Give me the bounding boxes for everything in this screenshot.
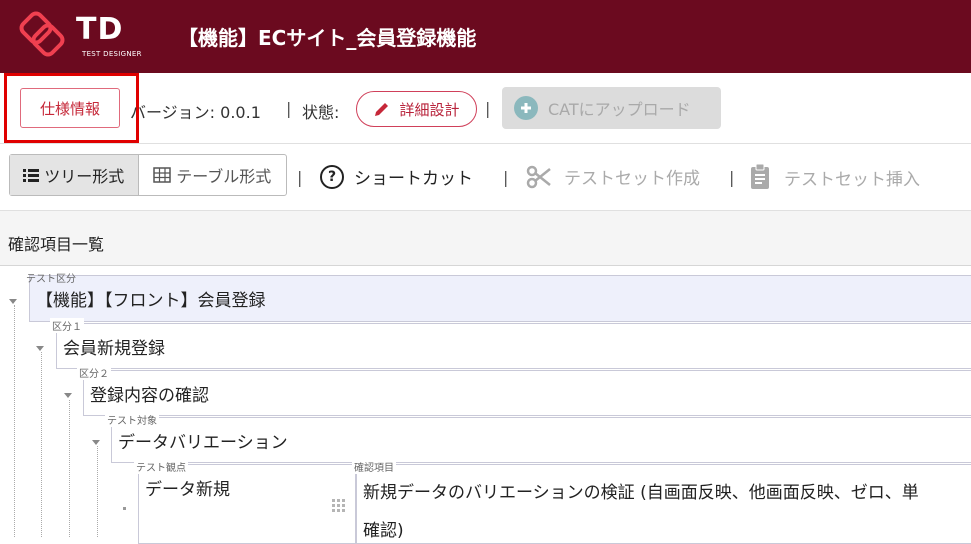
question-icon: ? (320, 164, 344, 189)
shortcut-label: ショートカット (354, 169, 473, 189)
testset-create-button[interactable]: テストセット作成 (526, 164, 700, 189)
tree-node-category1[interactable]: 会員新規登録 (56, 323, 971, 369)
app-header: TD TEST DESIGNER 【機能】ECサイト_会員登録機能 (0, 0, 971, 73)
tree-guide (97, 446, 98, 537)
pencil-icon (375, 103, 389, 116)
state-label: 状態: (302, 103, 340, 122)
node-tag: テスト区分 (26, 274, 76, 285)
spec-info-button[interactable]: 仕様情報 (20, 88, 120, 128)
tree-node-viewpoint[interactable]: データ新規 (138, 464, 356, 544)
list-icon (23, 169, 40, 182)
version-label: バージョン: 0.0.1 (130, 103, 261, 122)
tree-guide (69, 400, 70, 537)
testset-create-label: テストセット作成 (564, 169, 700, 189)
node-label: 登録内容の確認 (90, 385, 209, 406)
logo-text: TD (76, 12, 124, 47)
node-label: データバリエーション (118, 432, 288, 453)
table-icon (153, 167, 171, 183)
shortcut-button[interactable]: ? ショートカット (320, 164, 473, 189)
state-button-label: 詳細設計 (399, 100, 460, 119)
node-label: 会員新規登録 (63, 338, 165, 359)
tree-node-test-category[interactable]: 【機能】【フロント】会員登録 (29, 275, 971, 322)
testset-insert-label: テストセット挿入 (784, 169, 920, 190)
tree-node-category2[interactable]: 登録内容の確認 (83, 370, 971, 416)
caret-down-icon[interactable] (9, 299, 17, 304)
caret-down-icon[interactable] (92, 440, 100, 445)
separator: | (485, 99, 491, 118)
tree-view-button[interactable]: ツリー形式 (10, 155, 139, 195)
node-label: 【機能】【フロント】会員登録 (36, 291, 266, 311)
view-toggle: ツリー形式 テーブル形式 (9, 154, 287, 196)
testset-insert-button[interactable]: テストセット挿入 (750, 164, 920, 190)
node-tag: テスト対象 (105, 412, 159, 427)
grid-icon[interactable] (331, 498, 347, 514)
tree-guide (41, 352, 42, 537)
tree-node-test-target[interactable]: データバリエーション (111, 417, 971, 463)
upload-button-label: CATにアップロード (548, 100, 691, 119)
separator: | (286, 99, 292, 118)
scissors-icon (526, 165, 551, 188)
table-view-label: テーブル形式 (176, 167, 272, 186)
page-title: 【機能】ECサイト_会員登録機能 (178, 26, 477, 50)
list-header (0, 211, 971, 266)
node-tag: 区分１ (50, 318, 84, 333)
table-view-button[interactable]: テーブル形式 (139, 155, 286, 195)
toolbar-primary: 仕様情報 バージョン: 0.0.1 | 状態: 詳細設計 | CATにアップロー… (0, 73, 971, 143)
node-tag: 区分２ (77, 365, 111, 380)
upload-cat-button[interactable]: CATにアップロード (502, 87, 721, 129)
toolbar-secondary: ツリー形式 テーブル形式 | ? ショートカット | テストセット作成 | テス… (0, 144, 971, 210)
caret-down-icon[interactable] (64, 393, 72, 398)
td-logo-icon (19, 11, 65, 57)
separator: | (729, 168, 735, 187)
logo-subtext: TEST DESIGNER (82, 50, 142, 58)
divider (0, 265, 971, 266)
list-title: 確認項目一覧 (8, 235, 105, 254)
check-item-line1: 新規データのバリエーションの検証 (自画面反映、他画面反映、ゼロ、単 (363, 483, 919, 503)
state-button[interactable]: 詳細設計 (356, 91, 477, 127)
tree-view-label: ツリー形式 (44, 167, 125, 186)
clipboard-icon (751, 164, 769, 189)
plus-circle-icon (514, 96, 538, 120)
tree-node-check-item[interactable]: 新規データのバリエーションの検証 (自画面反映、他画面反映、ゼロ、単 確認) (356, 464, 971, 544)
bullet (123, 507, 126, 510)
caret-down-icon[interactable] (36, 346, 44, 351)
node-tag: テスト観点 (134, 459, 188, 474)
tree-guide (14, 305, 15, 537)
td-logo: TD TEST DESIGNER (14, 10, 149, 62)
node-label: データ新規 (145, 480, 230, 500)
check-item-line2: 確認) (363, 521, 404, 541)
separator: | (297, 168, 303, 187)
node-tag: 確認項目 (352, 459, 396, 474)
separator: | (503, 168, 509, 187)
